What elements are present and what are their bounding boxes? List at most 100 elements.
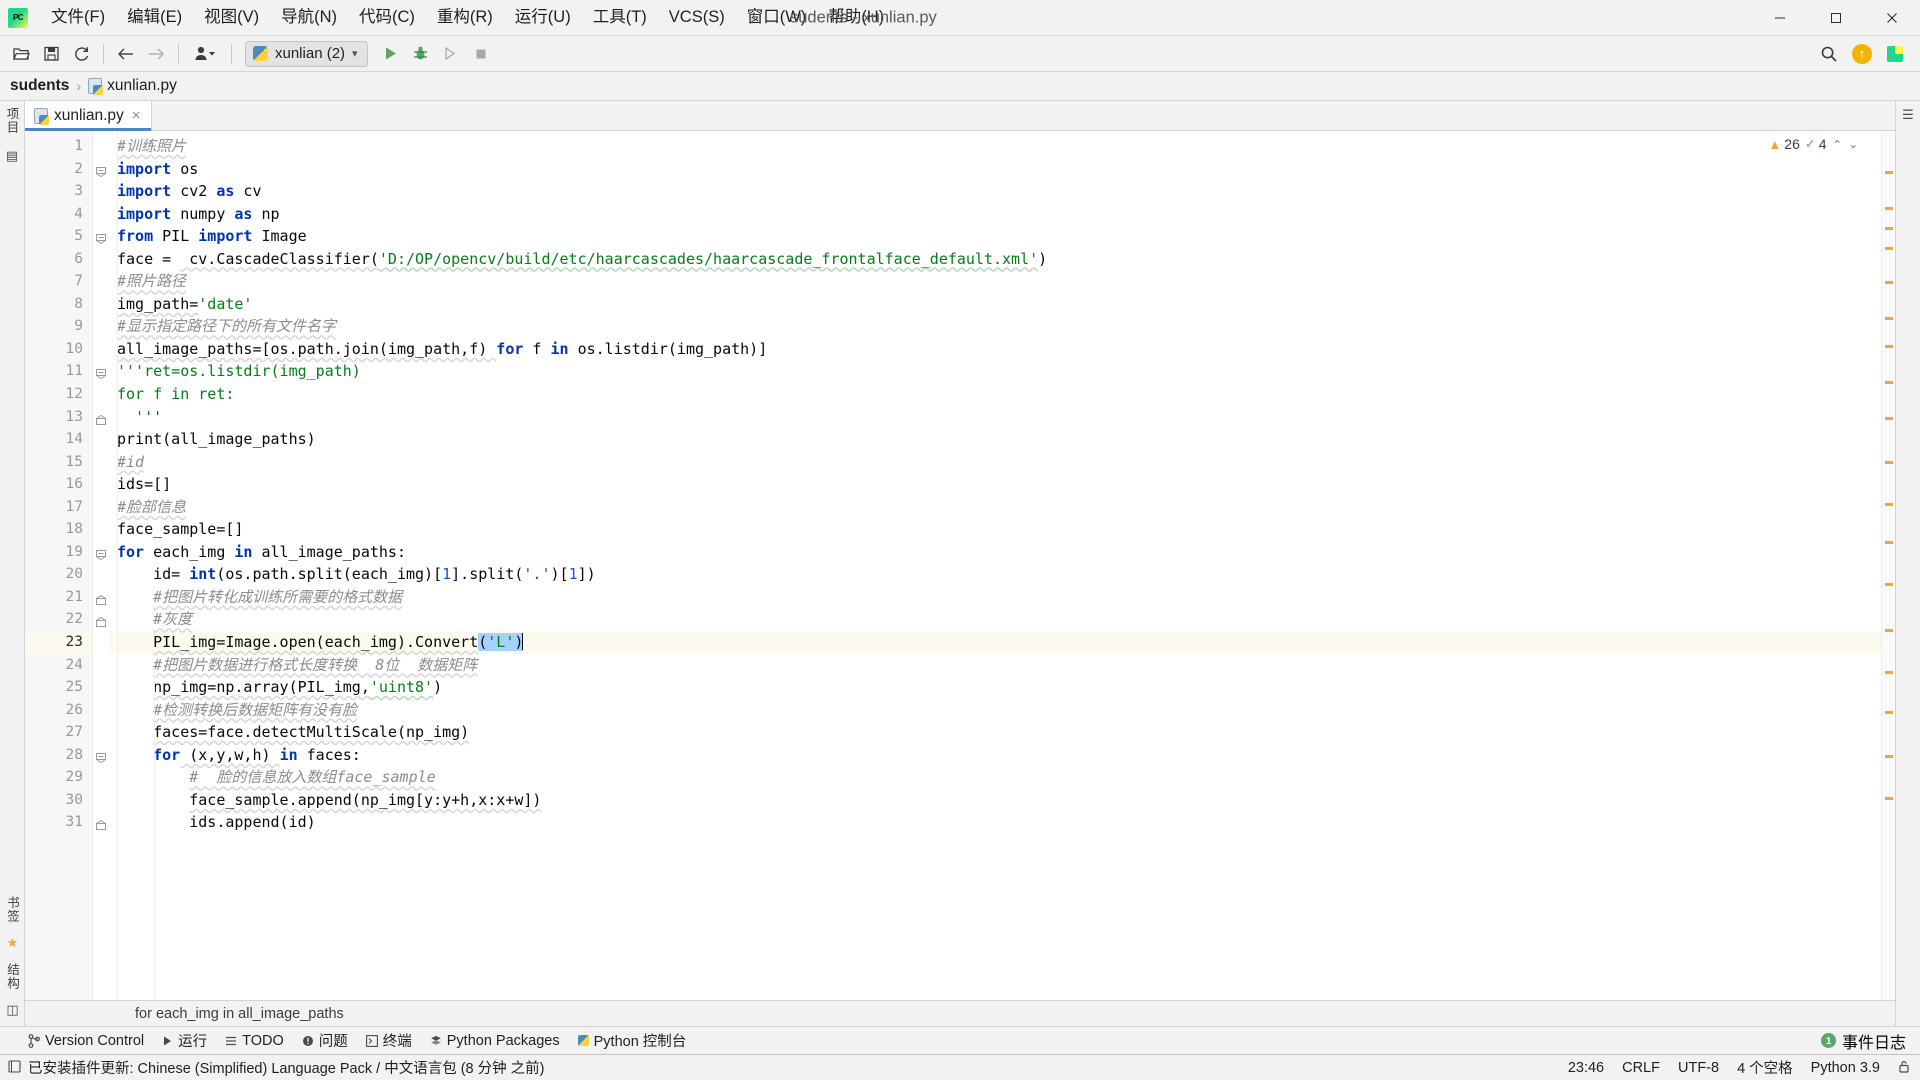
line-number[interactable]: 6 <box>25 248 92 271</box>
minimize-icon[interactable] <box>1752 0 1808 36</box>
line-number[interactable]: 15 <box>25 451 92 474</box>
code-folding-gutter[interactable] <box>93 131 109 1000</box>
breadcrumb-project[interactable]: sudents <box>10 77 69 95</box>
code-line[interactable]: for (x,y,w,h) in faces: <box>109 744 1881 767</box>
inspection-marker[interactable] <box>1885 345 1893 348</box>
code-line[interactable]: id= int(os.path.split(each_img)[1].split… <box>109 563 1881 586</box>
refresh-icon[interactable] <box>66 40 96 68</box>
stop-button[interactable] <box>466 40 496 68</box>
menu-item-edit[interactable]: 编辑(E) <box>116 5 193 30</box>
user-icon[interactable] <box>186 40 224 68</box>
code-line[interactable]: #脸部信息 <box>109 496 1881 519</box>
code-line-current[interactable]: PIL_img=Image.open(each_img).Convert('L'… <box>109 631 1881 654</box>
favorites-star-icon[interactable]: ★ <box>7 935 19 951</box>
code-line[interactable]: ''' <box>109 406 1881 429</box>
inspection-marker[interactable] <box>1885 461 1893 464</box>
tool-window-terminal[interactable]: 终端 <box>365 1030 412 1051</box>
tool-window-run[interactable]: 运行 <box>162 1030 207 1051</box>
code-line[interactable]: print(all_image_paths) <box>109 428 1881 451</box>
run-coverage-button[interactable] <box>436 40 466 68</box>
line-separator[interactable]: CRLF <box>1622 1060 1660 1076</box>
code-line[interactable]: #id <box>109 451 1881 474</box>
fold-end-icon[interactable] <box>96 614 106 628</box>
menu-item-run[interactable]: 运行(U) <box>504 5 582 30</box>
run-button[interactable] <box>376 40 406 68</box>
line-number[interactable]: 13 <box>25 406 92 429</box>
code-line[interactable]: '''ret=os.listdir(img_path) <box>109 360 1881 383</box>
code-line[interactable]: #显示指定路径下的所有文件名字 <box>109 315 1881 338</box>
folder-open-icon[interactable] <box>6 40 36 68</box>
code-line[interactable]: face_sample=[] <box>109 518 1881 541</box>
sidebar-item-bookmarks[interactable]: 书签 <box>3 896 22 923</box>
line-number[interactable]: 31 <box>25 811 92 834</box>
line-number[interactable]: 4 <box>25 203 92 226</box>
code-line[interactable]: all_image_paths=[os.path.join(img_path,f… <box>109 338 1881 361</box>
code-line[interactable]: ids.append(id) <box>109 811 1881 834</box>
tab-xunlian-py[interactable]: xunlian.py × <box>25 101 152 131</box>
sidebar-item-project[interactable]: 项目 <box>3 107 22 134</box>
ide-icon[interactable] <box>1880 40 1910 68</box>
inspection-marker[interactable] <box>1885 797 1893 800</box>
status-message-group[interactable]: 已安装插件更新: Chinese (Simplified) Language P… <box>8 1057 545 1078</box>
code-line[interactable]: import numpy as np <box>109 203 1881 226</box>
close-icon[interactable] <box>1864 0 1920 36</box>
code-line[interactable]: #检测转换后数据矩阵有没有脸 <box>109 699 1881 722</box>
inspection-marker[interactable] <box>1885 227 1893 230</box>
inspection-ok[interactable]: ✓ 4 <box>1805 136 1827 152</box>
fold-end-icon[interactable] <box>96 412 106 425</box>
search-icon[interactable] <box>1814 40 1844 68</box>
code-line[interactable]: faces=face.detectMultiScale(np_img) <box>109 721 1881 744</box>
menu-item-navigate[interactable]: 导航(N) <box>270 5 348 30</box>
fold-collapse-icon[interactable] <box>96 366 106 380</box>
line-number[interactable]: 8 <box>25 293 92 316</box>
menu-item-code[interactable]: 代码(C) <box>348 5 426 30</box>
database-icon[interactable]: ◫ <box>6 1002 18 1018</box>
prev-problem-icon[interactable]: ⌃ <box>1832 138 1843 151</box>
inspection-marker[interactable] <box>1885 755 1893 758</box>
fold-end-icon[interactable] <box>96 817 106 831</box>
code-line[interactable]: #训练照片 <box>109 135 1881 158</box>
line-number[interactable]: 23 <box>25 631 92 654</box>
line-number[interactable]: 3 <box>25 180 92 203</box>
code-line[interactable]: from PIL import Image <box>109 225 1881 248</box>
line-number[interactable]: 14 <box>25 428 92 451</box>
code-line[interactable]: #灰度 <box>109 608 1881 631</box>
sidebar-item-structure[interactable]: 结构 <box>3 963 22 990</box>
code-line[interactable]: ids=[] <box>109 473 1881 496</box>
line-number[interactable]: 1 <box>25 135 92 158</box>
line-number[interactable]: 22 <box>25 608 92 631</box>
inspection-marker[interactable] <box>1885 381 1893 384</box>
fold-collapse-icon[interactable] <box>96 231 106 245</box>
line-number[interactable]: 18 <box>25 518 92 541</box>
line-number[interactable]: 9 <box>25 315 92 338</box>
notifications-icon[interactable]: ☰ <box>1902 107 1914 123</box>
line-number[interactable]: 28 <box>25 744 92 767</box>
breadcrumb-file[interactable]: xunlian.py <box>88 77 177 95</box>
line-number[interactable]: 29 <box>25 766 92 789</box>
line-number[interactable]: 5 <box>25 225 92 248</box>
line-number[interactable]: 21 <box>25 586 92 609</box>
code-line[interactable]: import os <box>109 158 1881 181</box>
line-number[interactable]: 27 <box>25 721 92 744</box>
inspection-marker[interactable] <box>1885 317 1893 320</box>
tool-window-version-control[interactable]: Version Control <box>28 1033 144 1049</box>
inspection-marker[interactable] <box>1885 583 1893 586</box>
inspection-marker[interactable] <box>1885 541 1893 544</box>
maximize-icon[interactable] <box>1808 0 1864 36</box>
line-number[interactable]: 19 <box>25 541 92 564</box>
line-number[interactable]: 11 <box>25 360 92 383</box>
code-line[interactable]: img_path='date' <box>109 293 1881 316</box>
inspection-marker[interactable] <box>1885 629 1893 632</box>
fold-end-icon[interactable] <box>96 592 106 605</box>
structure-icon[interactable]: ▤ <box>6 148 18 164</box>
file-encoding[interactable]: UTF-8 <box>1678 1060 1719 1076</box>
code-line[interactable]: #照片路径 <box>109 270 1881 293</box>
fold-collapse-icon[interactable] <box>96 164 106 177</box>
tool-window-todo[interactable]: TODO <box>225 1033 284 1049</box>
line-number[interactable]: 25 <box>25 676 92 699</box>
menu-item-refactor[interactable]: 重构(R) <box>426 5 504 30</box>
indent-setting[interactable]: 4 个空格 <box>1737 1057 1793 1078</box>
line-number[interactable]: 26 <box>25 699 92 722</box>
menu-item-vcs[interactable]: VCS(S) <box>658 5 736 30</box>
inspection-marker[interactable] <box>1885 171 1893 174</box>
